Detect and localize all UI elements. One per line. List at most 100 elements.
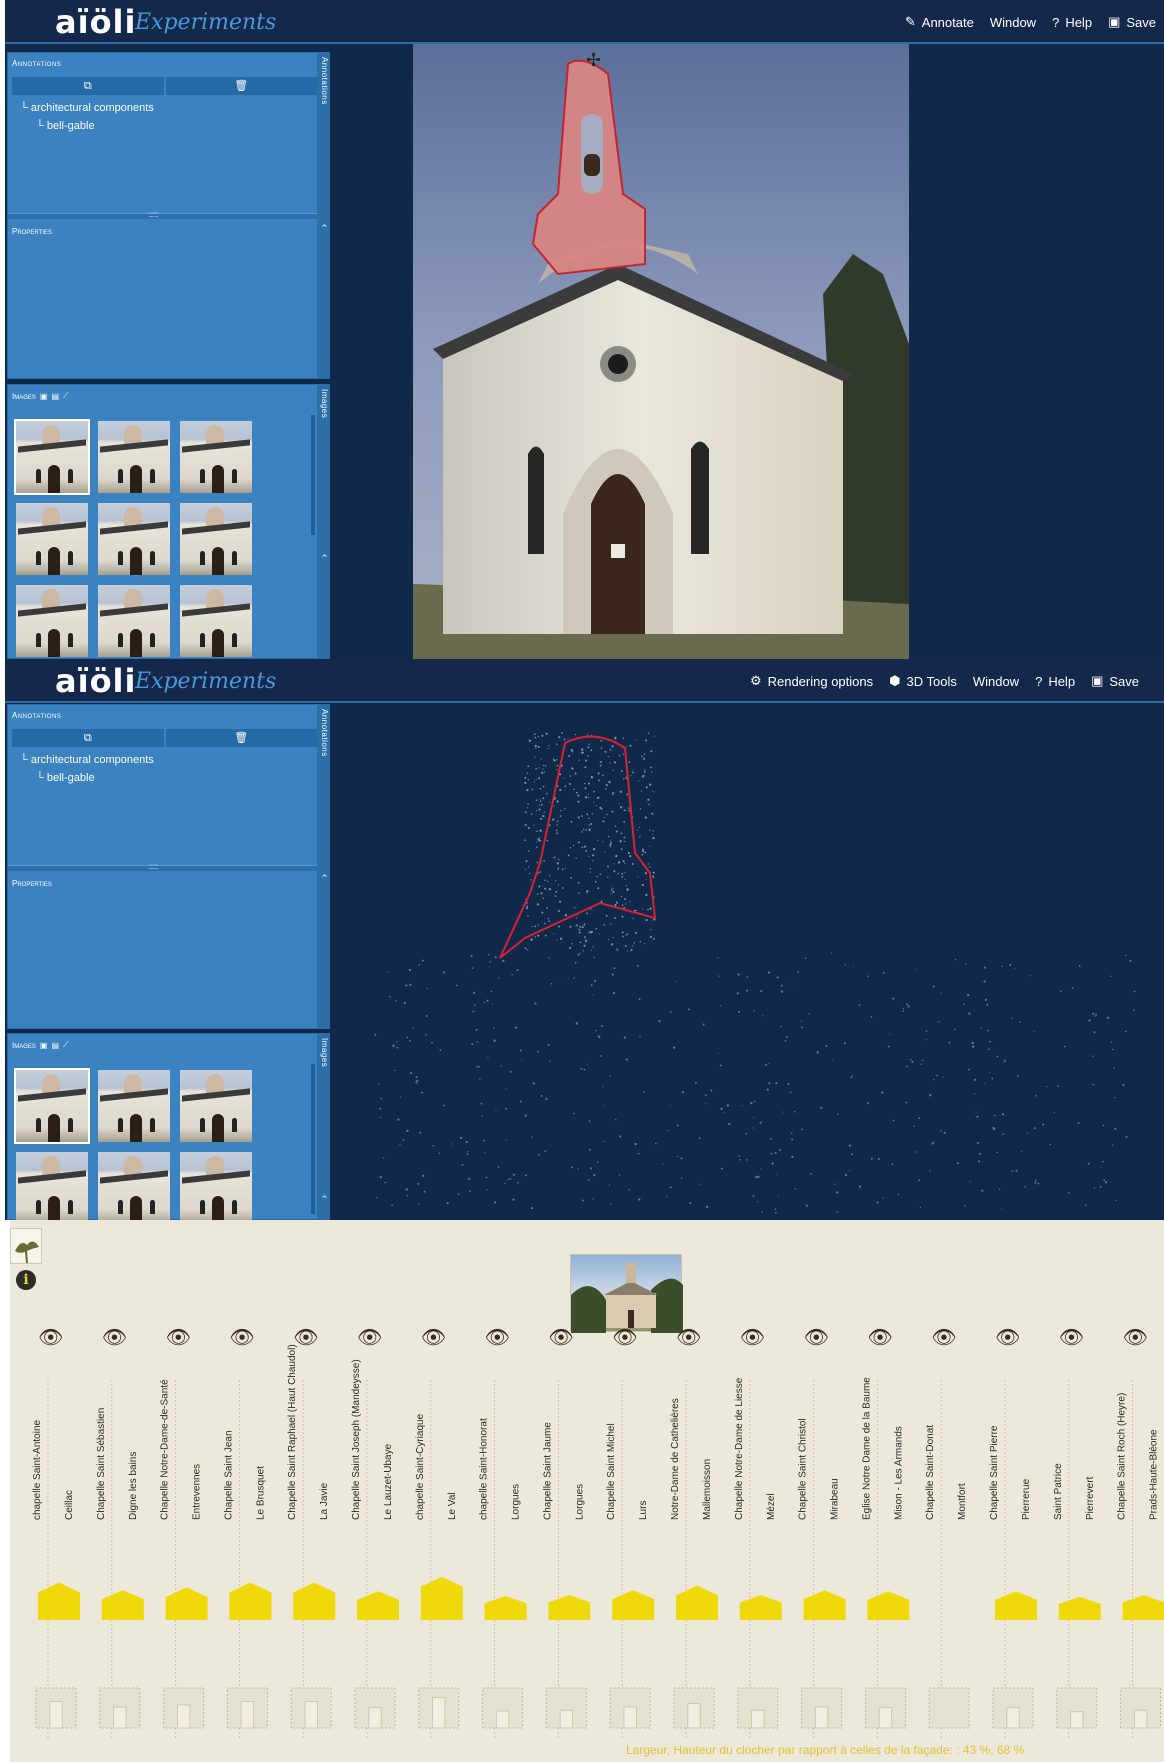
collapse-arrow-icon[interactable]: ‹	[319, 874, 330, 878]
eye-icon[interactable]: 👁	[804, 1327, 829, 1349]
point	[528, 866, 530, 868]
point	[397, 1118, 400, 1121]
copy-button[interactable]: ⧉	[12, 77, 164, 95]
delete-button[interactable]: 🗑	[165, 729, 317, 747]
scrollbar[interactable]	[311, 415, 315, 535]
eye-icon[interactable]: 👁	[357, 1327, 382, 1349]
point	[588, 829, 591, 832]
eye-icon[interactable]: 👁	[166, 1327, 191, 1349]
annotations-tab[interactable]: Annotations ‹	[317, 705, 330, 1028]
scrollbar[interactable]	[311, 1064, 315, 1214]
point	[559, 788, 562, 792]
point	[599, 873, 602, 875]
panel-splitter[interactable]: ::::::::	[8, 210, 317, 219]
image-thumbnail[interactable]	[98, 1070, 170, 1142]
eye-icon[interactable]: 👁	[612, 1327, 637, 1349]
point	[432, 1144, 434, 1147]
eye-icon[interactable]: 👁	[548, 1327, 573, 1349]
eye-icon[interactable]: 👁	[995, 1327, 1020, 1349]
menu-help[interactable]: ? Help	[1035, 673, 1075, 689]
point	[537, 924, 539, 926]
tree-node-child[interactable]: └ bell-gable	[20, 117, 154, 135]
gable-comparison-chart: i 👁 chapelle Saint-Antoine Ceillac 👁 Chapell…	[10, 1220, 1164, 1762]
eye-icon[interactable]: 👁	[740, 1327, 765, 1349]
point	[541, 771, 544, 774]
panel-splitter[interactable]: ::::::::	[8, 862, 317, 871]
image-thumbnail[interactable]	[98, 1152, 170, 1220]
menu-label: Help	[1065, 14, 1093, 30]
collapse-arrow-icon[interactable]: ‹	[319, 224, 330, 228]
image-icon[interactable]: ▣	[40, 392, 48, 401]
image-icon[interactable]: ▣	[40, 1041, 48, 1050]
eye-icon[interactable]: 👁	[229, 1327, 254, 1349]
point-cloud-viewer[interactable]	[335, 703, 1164, 1220]
image-thumbnail[interactable]	[16, 503, 88, 575]
eye-icon[interactable]: 👁	[102, 1327, 127, 1349]
tree-node-parent[interactable]: └ architectural components	[20, 99, 154, 117]
point	[1115, 1200, 1117, 1202]
wand-icon[interactable]: ⟋	[63, 391, 69, 401]
image-thumbnail[interactable]	[14, 1068, 90, 1144]
image-thumbnail[interactable]	[98, 503, 170, 575]
images-panel: Images ▣ ▤ ⟋ Images ‹	[7, 1033, 330, 1220]
point	[913, 1125, 915, 1127]
point	[409, 1072, 413, 1075]
eye-icon[interactable]: 👁	[38, 1327, 63, 1349]
point	[581, 815, 583, 817]
point	[626, 888, 629, 892]
collapse-arrow-icon[interactable]: ‹	[319, 1195, 330, 1199]
point	[644, 769, 646, 771]
point	[547, 918, 550, 920]
menu-help[interactable]: ? Help	[1052, 14, 1092, 30]
menu-window[interactable]: Window	[990, 14, 1036, 30]
menu-save[interactable]: ▣ Save	[1091, 673, 1139, 689]
annotate-view: aïöli Experiments ✎ Annotate Window ? He…	[5, 0, 1164, 659]
annotations-tab[interactable]: Annotations ‹	[317, 53, 330, 378]
eye-icon[interactable]: 👁	[1123, 1327, 1148, 1349]
menu-rendering-options[interactable]: ⚙ Rendering options	[750, 673, 873, 689]
properties-title: Properties	[12, 227, 52, 236]
image-thumbnail[interactable]	[180, 503, 252, 575]
eye-icon[interactable]: 👁	[1059, 1327, 1084, 1349]
image-thumbnail[interactable]	[98, 585, 170, 657]
image-thumbnail[interactable]	[180, 1152, 252, 1220]
image-thumbnail[interactable]	[98, 421, 170, 493]
point	[1033, 1030, 1035, 1032]
gable-ratio-box	[687, 1703, 701, 1729]
photo-viewer[interactable]: ✢	[413, 44, 909, 659]
image-thumbnail[interactable]	[14, 419, 90, 495]
eye-icon[interactable]: 👁	[676, 1327, 701, 1349]
collapse-arrow-icon[interactable]: ‹	[319, 554, 330, 558]
point	[613, 967, 616, 970]
tree-node-parent[interactable]: └ architectural components	[20, 751, 154, 769]
image-thumbnail[interactable]	[16, 1152, 88, 1220]
eye-icon[interactable]: 👁	[931, 1327, 956, 1349]
delete-button[interactable]: 🗑	[165, 77, 317, 95]
image-thumbnail[interactable]	[16, 585, 88, 657]
images-tab[interactable]: Images ‹	[317, 1034, 330, 1219]
point	[524, 824, 527, 826]
copy-button[interactable]: ⧉	[12, 729, 164, 747]
image-add-icon[interactable]: ▤	[51, 392, 59, 401]
point	[583, 936, 586, 939]
eye-icon[interactable]: 👁	[867, 1327, 892, 1349]
image-add-icon[interactable]: ▤	[51, 1041, 59, 1050]
point	[594, 880, 597, 883]
images-tab[interactable]: Images ‹	[317, 385, 330, 658]
point	[936, 1021, 938, 1023]
menu-annotate[interactable]: ✎ Annotate	[905, 14, 974, 30]
image-thumbnail[interactable]	[180, 421, 252, 493]
wand-icon[interactable]: ⟋	[63, 1040, 69, 1050]
point	[624, 903, 627, 905]
image-thumbnail[interactable]	[180, 1070, 252, 1142]
image-thumbnail[interactable]	[180, 585, 252, 657]
menu-window[interactable]: Window	[973, 673, 1019, 689]
tree-node-child[interactable]: └ bell-gable	[20, 769, 154, 787]
menu-3d-tools[interactable]: ⬢ 3D Tools	[889, 673, 957, 689]
chapel-name-label: chapelle Saint-Antoine	[32, 1419, 43, 1520]
menu-save[interactable]: ▣ Save	[1108, 14, 1156, 30]
point	[583, 923, 586, 926]
point	[978, 1152, 982, 1155]
eye-icon[interactable]: 👁	[421, 1327, 446, 1349]
eye-icon[interactable]: 👁	[485, 1327, 510, 1349]
